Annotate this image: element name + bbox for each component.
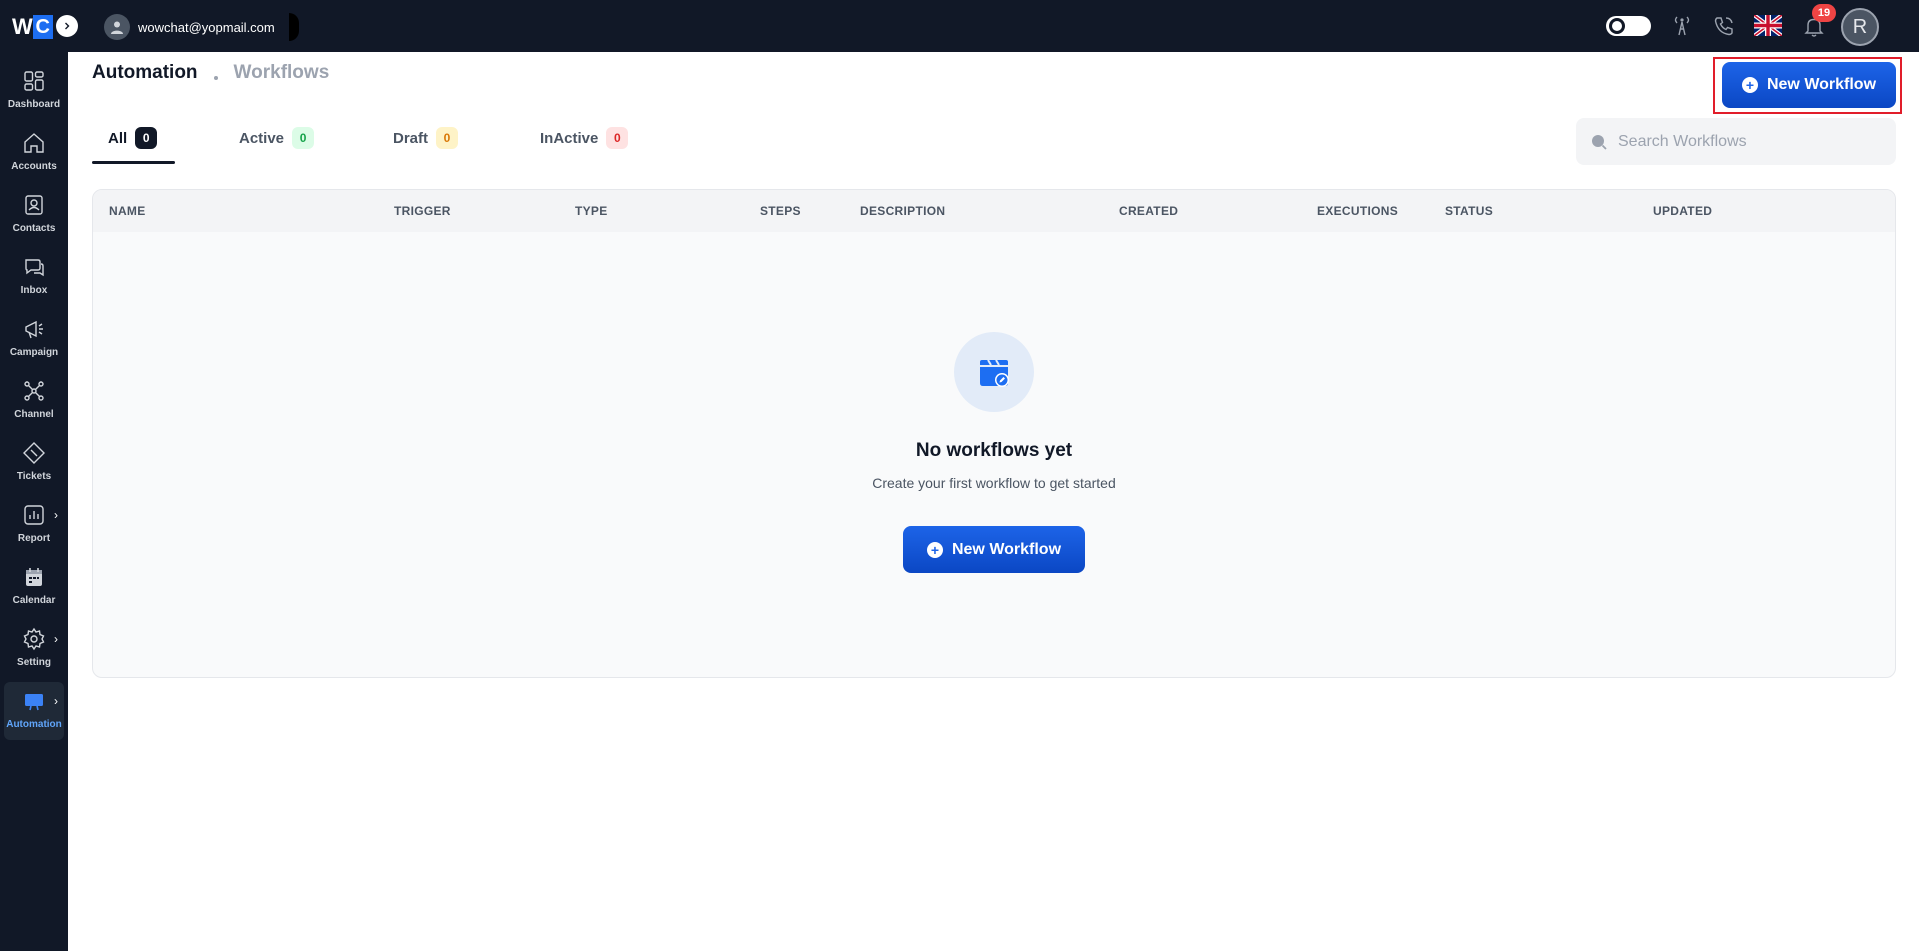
sidebar-item-automation[interactable]: › Automation xyxy=(4,682,64,740)
tab-all[interactable]: All 0 xyxy=(92,122,175,164)
user-icon xyxy=(111,21,123,34)
home-icon xyxy=(24,133,44,153)
report-icon xyxy=(24,505,44,525)
sidebar-item-tickets[interactable]: Tickets xyxy=(4,434,64,490)
megaphone-icon xyxy=(25,320,43,339)
empty-new-workflow-button[interactable]: + New Workflow xyxy=(903,526,1085,573)
sidebar-item-label: Channel xyxy=(14,409,54,420)
sidebar-item-label: Tickets xyxy=(16,471,52,482)
phone-icon[interactable] xyxy=(1712,14,1736,38)
sidebar-item-report[interactable]: › Report xyxy=(4,496,64,552)
tab-label: Active xyxy=(239,130,285,147)
tab-count-badge: 0 xyxy=(436,127,459,149)
empty-new-workflow-label: New Workflow xyxy=(951,540,1062,558)
sidebar-item-label: Campaign xyxy=(9,347,59,358)
chevron-right-icon: › xyxy=(54,508,58,522)
tab-count-badge: 0 xyxy=(606,127,629,149)
plus-circle-icon: + xyxy=(1741,77,1758,93)
notification-badge: 19 xyxy=(1812,4,1836,22)
theme-toggle[interactable] xyxy=(1606,16,1651,36)
calendar-icon xyxy=(26,568,42,586)
empty-state-title: No workflows yet xyxy=(915,440,1073,461)
ticket-icon xyxy=(23,442,45,464)
search-input[interactable] xyxy=(1618,132,1888,151)
breadcrumb-separator xyxy=(213,76,218,80)
sidebar-item-campaign[interactable]: Campaign xyxy=(4,310,64,366)
user-chip-end xyxy=(288,13,299,41)
sidebar-item-calendar[interactable]: Calendar xyxy=(4,558,64,614)
sidebar-item-label: Dashboard xyxy=(7,99,61,110)
sidebar-item-dashboard[interactable]: Dashboard xyxy=(4,62,64,118)
app-logo[interactable]: W C xyxy=(12,13,53,41)
search-box xyxy=(1576,118,1896,165)
new-workflow-label: New Workflow xyxy=(1766,76,1877,93)
tab-draft[interactable]: Draft 0 xyxy=(393,122,459,164)
sidebar-item-contacts[interactable]: Contacts xyxy=(4,186,64,242)
top-bar: W C wowchat@yopmail.com 19 R xyxy=(0,0,1919,52)
empty-state-subtitle: Create your first workflow to get starte… xyxy=(872,475,1116,491)
search-icon xyxy=(1592,134,1607,150)
user-email: wowchat@yopmail.com xyxy=(138,19,275,35)
logo-letter-w: W xyxy=(12,14,33,39)
chevron-right-icon xyxy=(65,22,70,30)
tab-count-badge: 0 xyxy=(135,127,158,149)
contacts-icon xyxy=(25,195,43,215)
sidebar-item-label: Setting xyxy=(17,657,51,668)
page-title[interactable]: Automation xyxy=(92,62,198,84)
signal-icon[interactable] xyxy=(1670,14,1694,38)
tab-count-badge: 0 xyxy=(292,127,315,149)
user-account-chip[interactable]: wowchat@yopmail.com xyxy=(104,13,299,41)
empty-state-icon xyxy=(954,332,1034,412)
chevron-right-icon: › xyxy=(54,694,58,708)
profile-avatar[interactable]: R xyxy=(1841,8,1879,46)
breadcrumb: Automation Workflows xyxy=(92,62,329,84)
sidebar-item-label: Report xyxy=(17,533,51,544)
empty-state: No workflows yet Create your first workf… xyxy=(93,190,1895,677)
chat-icon xyxy=(25,259,44,277)
tab-active-indicator xyxy=(92,161,175,164)
chevron-right-icon: › xyxy=(54,632,58,646)
dashboard-icon xyxy=(24,71,44,91)
uk-flag-icon[interactable] xyxy=(1752,13,1784,38)
logo-letter-c: C xyxy=(32,15,53,39)
automation-icon xyxy=(25,694,43,711)
sidebar-item-accounts[interactable]: Accounts xyxy=(4,124,64,180)
tab-label: InActive xyxy=(540,130,599,147)
sidebar-item-inbox[interactable]: Inbox xyxy=(4,248,64,304)
user-avatar xyxy=(104,14,130,40)
tab-label: All xyxy=(108,130,128,147)
new-workflow-button[interactable]: + New Workflow xyxy=(1722,62,1896,108)
sidebar-item-label: Calendar xyxy=(12,595,56,606)
breadcrumb-current: Workflows xyxy=(233,62,330,83)
sidebar-toggle-button[interactable] xyxy=(56,15,78,37)
tab-label: Draft xyxy=(393,130,429,147)
sun-icon xyxy=(1612,21,1622,31)
plus-circle-icon: + xyxy=(926,541,943,558)
sidebar-item-setting[interactable]: › Setting xyxy=(4,620,64,676)
workflows-table: NAME TRIGGER TYPE STEPS DESCRIPTION CREA… xyxy=(92,189,1896,678)
sidebar-item-label: Contacts xyxy=(12,223,56,234)
sidebar: Dashboard Accounts Contacts Inbox Campai… xyxy=(0,52,68,951)
sidebar-item-label: Automation xyxy=(6,719,62,730)
sidebar-item-label: Accounts xyxy=(11,161,57,172)
workflow-calendar-edit-icon xyxy=(980,359,1009,387)
tab-inactive[interactable]: InActive 0 xyxy=(540,122,629,164)
sidebar-item-label: Inbox xyxy=(20,285,48,296)
sidebar-item-channel[interactable]: Channel xyxy=(4,372,64,428)
network-icon xyxy=(24,381,44,401)
tab-active[interactable]: Active 0 xyxy=(239,122,315,164)
gear-icon xyxy=(23,627,45,651)
